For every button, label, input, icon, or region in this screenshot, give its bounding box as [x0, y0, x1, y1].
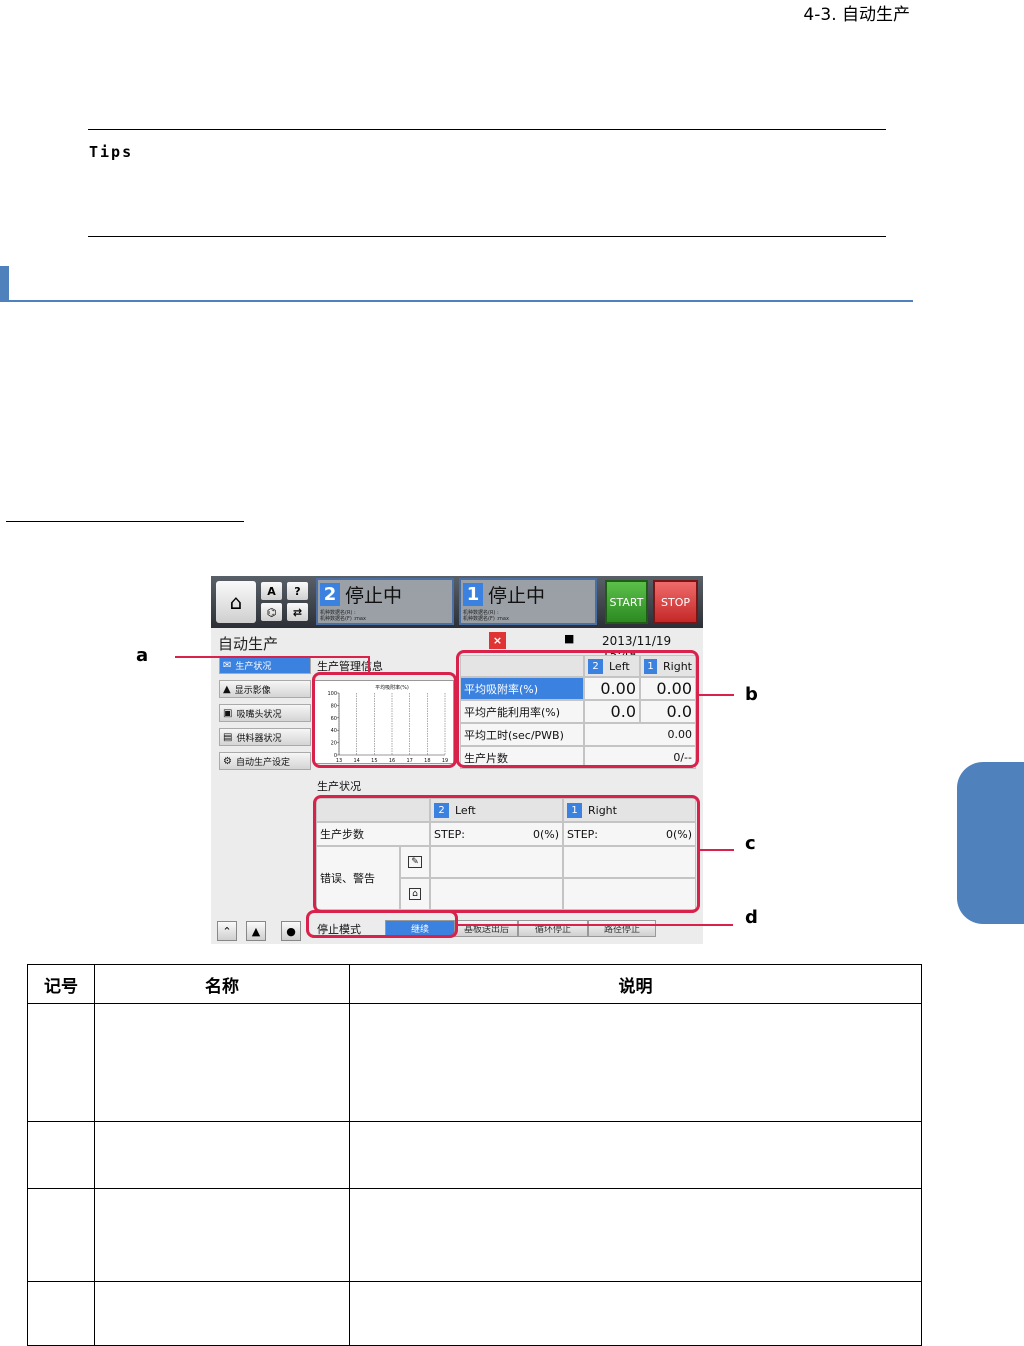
double-chevron-up-icon: ⌃ — [222, 924, 232, 938]
nav-display-image[interactable]: ▲ 显示影像 — [219, 680, 311, 698]
table-cell — [27, 1003, 95, 1122]
table-cell — [27, 1281, 95, 1346]
top-bar: ⌂ A ? ⌬ ⇄ 2 停止中 机种数据名(R) : 机种数据名(F) :max… — [211, 576, 703, 628]
window-title: 自动生产 — [218, 635, 279, 653]
stop-button[interactable]: STOP — [653, 580, 698, 624]
table-cell — [27, 1188, 95, 1282]
nav-label: 生产状况 — [235, 661, 272, 672]
highlight-box-a — [312, 672, 457, 768]
table-cell — [94, 1121, 350, 1189]
callout-line-a — [175, 656, 370, 658]
callout-letter-a: a — [136, 645, 149, 666]
highlight-box-d — [306, 910, 458, 938]
warning-triangle-icon: ▲ — [251, 924, 261, 938]
chapter-tab — [957, 762, 1024, 924]
lane-2-status: 停止中 — [345, 585, 403, 607]
machine-icon-button[interactable]: ⌬ — [261, 603, 282, 621]
section-marker — [0, 266, 9, 300]
lane-1-number: 1 — [463, 583, 483, 606]
table-cell — [27, 1121, 95, 1189]
settings-icon: ⚙ — [223, 755, 232, 767]
lane-2-info: 机种数据名(R) : 机种数据名(F) :max — [320, 610, 366, 622]
callout-line-c — [700, 849, 734, 851]
table-row — [27, 1003, 922, 1122]
lane-1-info: 机种数据名(R) : 机种数据名(F) :max — [463, 610, 509, 622]
nav-label: 吸嘴头状况 — [236, 709, 282, 720]
lane-1-status: 停止中 — [488, 585, 546, 607]
info-icon: ● — [286, 924, 296, 938]
table-row — [27, 1188, 922, 1282]
home-icon: ⌂ — [229, 590, 243, 614]
highlight-box-b — [456, 650, 699, 768]
header-description: 说明 — [349, 964, 922, 1004]
table-cell — [349, 1121, 922, 1189]
tips-top-rule — [88, 129, 886, 130]
nav-auto-production-settings[interactable]: ⚙ 自动生产设定 — [219, 752, 311, 770]
conveyor-icon: ⇄ — [292, 605, 303, 619]
table-cell — [349, 1281, 922, 1346]
lane-1-status-panel[interactable]: 1 停止中 机种数据名(R) : 机种数据名(F) :max — [459, 578, 597, 625]
table-row — [27, 1121, 922, 1189]
lane-2-info-line-2: 机种数据名(F) :max — [320, 616, 366, 622]
legend-table: 记号 名称 说明 — [27, 964, 922, 1346]
close-button[interactable]: × — [489, 632, 506, 649]
table-cell — [94, 1281, 350, 1346]
section-header: 4-3. 自动生产 — [803, 5, 910, 25]
tips-bottom-rule — [88, 236, 886, 237]
callout-line-a-drop — [368, 656, 370, 674]
nav-feeder-status[interactable]: ▤ 供料器状况 — [219, 728, 311, 746]
nozzle-icon: ▣ — [223, 707, 233, 719]
stop-mode-after-board[interactable]: 基板送出后 — [455, 920, 518, 937]
info-button[interactable]: ● — [281, 921, 301, 941]
feeder-icon: ▤ — [223, 731, 233, 743]
nav-label: 自动生产设定 — [235, 757, 290, 768]
table-row — [27, 1281, 922, 1346]
header-mark: 记号 — [27, 964, 95, 1004]
table-cell — [94, 1003, 350, 1122]
callout-letter-b: b — [745, 684, 758, 705]
a-button[interactable]: A — [261, 582, 282, 600]
warning-button[interactable]: ▲ — [246, 921, 266, 941]
table-cell — [349, 1003, 922, 1122]
lane-1-info-line-2: 机种数据名(F) :max — [463, 616, 509, 622]
nav-label: 显示影像 — [234, 685, 271, 696]
section-rule — [0, 300, 913, 302]
tips-label: Tips — [89, 143, 134, 161]
person-icon: ▲ — [223, 683, 231, 695]
legend-table-header-row: 记号 名称 说明 — [27, 964, 922, 1004]
highlight-box-c — [313, 795, 700, 913]
stop-mode-path[interactable]: 路径停止 — [588, 920, 656, 937]
header-name: 名称 — [94, 964, 350, 1004]
home-button[interactable]: ⌂ — [216, 581, 256, 623]
machine-icon: ⌬ — [266, 605, 277, 619]
table-cell — [349, 1188, 922, 1282]
user-icon: ■ — [564, 632, 575, 645]
nav-production-status[interactable]: ✉ 生产状况 — [219, 656, 311, 674]
help-button[interactable]: ? — [287, 582, 308, 600]
conveyor-icon-button[interactable]: ⇄ — [287, 603, 308, 621]
table-cell — [94, 1188, 350, 1282]
callout-letter-d: d — [745, 907, 758, 928]
callout-line-d — [458, 924, 733, 926]
lane-2-status-panel[interactable]: 2 停止中 机种数据名(R) : 机种数据名(F) :max — [316, 578, 454, 625]
callout-letter-c: c — [745, 833, 756, 854]
start-button[interactable]: START — [605, 580, 648, 624]
stop-mode-cycle[interactable]: 循环停止 — [518, 920, 588, 937]
subsection-rule — [6, 521, 244, 522]
mail-icon: ✉ — [223, 659, 232, 671]
nav-nozzle-status[interactable]: ▣ 吸嘴头状况 — [219, 704, 311, 722]
production-status-label: 生产状况 — [317, 780, 361, 793]
callout-line-b — [699, 694, 734, 696]
nav-label: 供料器状况 — [236, 733, 282, 744]
lane-2-number: 2 — [320, 583, 340, 606]
scroll-up-button[interactable]: ⌃ — [217, 921, 237, 941]
